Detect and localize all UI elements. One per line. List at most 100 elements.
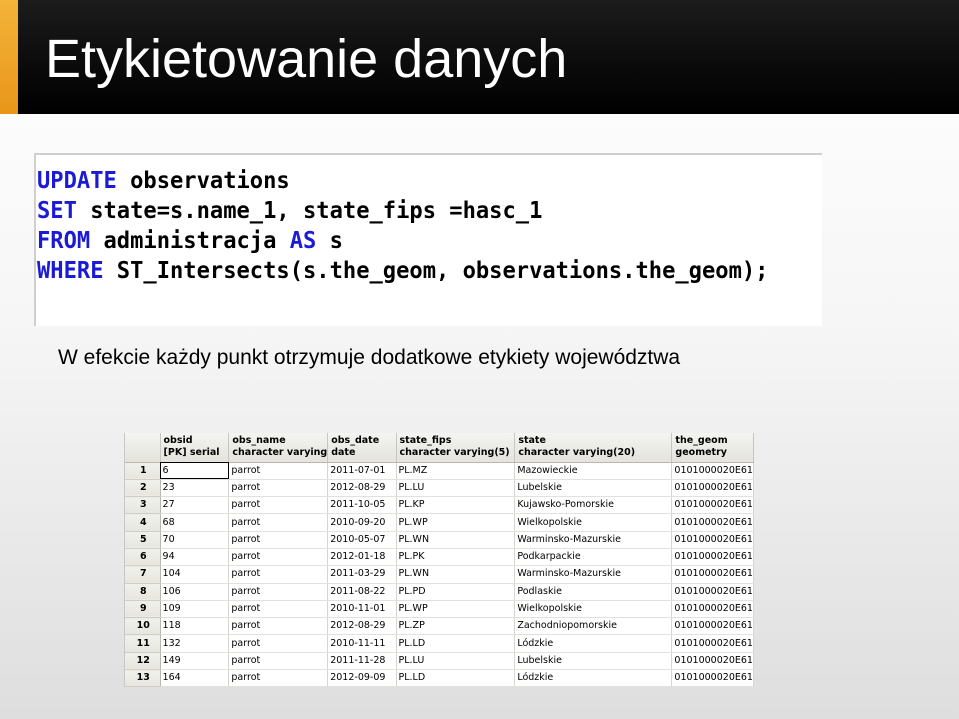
cell-obs-name[interactable]: parrot	[228, 634, 329, 653]
cell-the-geom[interactable]: 0101000020E61	[671, 669, 754, 687]
cell-state-fips[interactable]: PL.WN	[396, 565, 516, 584]
cell-the-geom[interactable]: 0101000020E61	[671, 583, 754, 601]
row-number[interactable]: 10	[125, 617, 161, 636]
cell-state-fips[interactable]: PL.ZP	[396, 617, 516, 636]
cell-obsid[interactable]: 70	[160, 531, 230, 549]
cell-state-fips[interactable]: PL.WP	[396, 600, 516, 619]
cell-obsid[interactable]: 23	[160, 479, 230, 498]
row-number[interactable]: 2	[125, 479, 161, 498]
cell-obs-date[interactable]: 2011-03-29	[327, 565, 397, 584]
cell-obs-date[interactable]: 2010-09-20	[327, 513, 397, 532]
cell-the-geom[interactable]: 0101000020E61	[671, 479, 754, 498]
cell-obs-name[interactable]: parrot	[228, 600, 329, 619]
cell-obs-name[interactable]: parrot	[228, 652, 329, 671]
cell-obs-date[interactable]: 2010-11-11	[327, 634, 397, 653]
cell-state[interactable]: Lódzkie	[514, 634, 673, 653]
cell-obs-name[interactable]: parrot	[228, 565, 329, 584]
cell-obs-date[interactable]: 2011-10-05	[327, 496, 397, 515]
cell-state-fips[interactable]: PL.LD	[396, 634, 516, 653]
cell-obsid[interactable]: 104	[160, 565, 230, 584]
cell-state[interactable]: Zachodniopomorskie	[514, 617, 673, 636]
cell-obs-date[interactable]: 2011-11-28	[327, 652, 397, 671]
cell-obs-date[interactable]: 2011-07-01	[327, 462, 397, 480]
cell-state[interactable]: Kujawsko-Pomorskie	[514, 496, 673, 515]
cell-the-geom[interactable]: 0101000020E61	[671, 565, 754, 584]
table-row[interactable]: 12 149 parrot 2011-11-28 PL.LU Lubelskie 01010…	[125, 652, 754, 671]
cell-state[interactable]: Mazowieckie	[514, 462, 673, 480]
cell-obs-name[interactable]: parrot	[228, 462, 329, 480]
cell-state-fips[interactable]: PL.WP	[396, 513, 516, 532]
column-header-obs_date[interactable]: obs_date date	[327, 433, 397, 463]
cell-state[interactable]: Podkarpackie	[514, 548, 673, 567]
row-number[interactable]: 3	[125, 496, 161, 515]
cell-obsid[interactable]: 27	[160, 496, 230, 515]
cell-state[interactable]: Warminsko-Mazurskie	[514, 565, 673, 584]
cell-the-geom[interactable]: 0101000020E61	[671, 634, 754, 653]
cell-obsid[interactable]: 118	[160, 617, 230, 636]
cell-the-geom[interactable]: 0101000020E61	[671, 496, 754, 515]
cell-obs-date[interactable]: 2012-08-29	[327, 617, 397, 636]
cell-the-geom[interactable]: 0101000020E61	[671, 600, 754, 619]
cell-state-fips[interactable]: PL.LU	[396, 652, 516, 671]
table-row[interactable]: 4 68 parrot 2010-09-20 PL.WP Wielkopolskie 010…	[125, 513, 754, 532]
row-number[interactable]: 6	[125, 548, 161, 567]
cell-obs-date[interactable]: 2011-08-22	[327, 583, 397, 601]
cell-state-fips[interactable]: PL.MZ	[396, 462, 516, 480]
cell-obsid[interactable]: 6	[160, 462, 230, 480]
cell-obsid[interactable]: 68	[160, 513, 230, 532]
column-header-state[interactable]: state character varying(20)	[514, 433, 673, 463]
table-row[interactable]: 3 27 parrot 2011-10-05 PL.KP Kujawsko-Pomorsk…	[125, 496, 754, 515]
cell-obs-name[interactable]: parrot	[228, 617, 329, 636]
cell-obsid[interactable]: 94	[160, 548, 230, 567]
cell-obsid[interactable]: 164	[160, 669, 230, 687]
table-row[interactable]: 2 23 parrot 2012-08-29 PL.LU Lubelskie 0101000…	[125, 479, 754, 498]
cell-obsid[interactable]: 149	[160, 652, 230, 671]
cell-the-geom[interactable]: 0101000020E61	[671, 548, 754, 567]
cell-state[interactable]: Lódzkie	[514, 669, 673, 687]
row-number[interactable]: 11	[125, 634, 161, 653]
cell-obs-date[interactable]: 2012-09-09	[327, 669, 397, 687]
cell-obs-date[interactable]: 2010-11-01	[327, 600, 397, 619]
row-number[interactable]: 8	[125, 583, 161, 601]
cell-obs-name[interactable]: parrot	[228, 531, 329, 549]
cell-state-fips[interactable]: PL.KP	[396, 496, 516, 515]
row-number[interactable]: 9	[125, 600, 161, 619]
table-row[interactable]: 13 164 parrot 2012-09-09 PL.LD Lódzkie 0101000…	[125, 669, 754, 687]
cell-the-geom[interactable]: 0101000020E61	[671, 531, 754, 549]
cell-state-fips[interactable]: PL.LD	[396, 669, 516, 687]
table-row[interactable]: 5 70 parrot 2010-05-07 PL.WN Warminsko-Mazurs…	[125, 531, 754, 549]
cell-obs-date[interactable]: 2012-08-29	[327, 479, 397, 498]
table-row[interactable]: 1 6 parrot 2011-07-01 PL.MZ Mazowieckie 010100…	[125, 462, 754, 480]
cell-state-fips[interactable]: PL.PK	[396, 548, 516, 567]
cell-state[interactable]: Wielkopolskie	[514, 600, 673, 619]
cell-the-geom[interactable]: 0101000020E61	[671, 617, 754, 636]
cell-obs-name[interactable]: parrot	[228, 583, 329, 601]
row-number[interactable]: 4	[125, 513, 161, 532]
row-number[interactable]: 5	[125, 531, 161, 549]
cell-state[interactable]: Wielkopolskie	[514, 513, 673, 532]
table-row[interactable]: 8 106 parrot 2011-08-22 PL.PD Podlaskie 010100…	[125, 583, 754, 601]
cell-obsid[interactable]: 109	[160, 600, 230, 619]
cell-state[interactable]: Warminsko-Mazurskie	[514, 531, 673, 549]
table-row[interactable]: 6 94 parrot 2012-01-18 PL.PK Podkarpackie 0101…	[125, 548, 754, 567]
column-header-obs_name[interactable]: obs_name character varying	[228, 433, 329, 463]
column-header-obsid[interactable]: obsid [PK] serial	[160, 433, 230, 463]
table-row[interactable]: 11 132 parrot 2010-11-11 PL.LD Lódzkie 0101000…	[125, 634, 754, 653]
cell-state-fips[interactable]: PL.PD	[396, 583, 516, 601]
cell-state-fips[interactable]: PL.LU	[396, 479, 516, 498]
row-number[interactable]: 7	[125, 565, 161, 584]
cell-the-geom[interactable]: 0101000020E61	[671, 462, 754, 480]
cell-state[interactable]: Lubelskie	[514, 479, 673, 498]
cell-state[interactable]: Podlaskie	[514, 583, 673, 601]
cell-obsid[interactable]: 132	[160, 634, 230, 653]
row-number[interactable]: 1	[125, 462, 161, 480]
cell-state-fips[interactable]: PL.WN	[396, 531, 516, 549]
column-header-the_geom[interactable]: the_geom geometry	[671, 433, 754, 463]
table-row[interactable]: 9 109 parrot 2010-11-01 PL.WP Wielkopolskie 01…	[125, 600, 754, 619]
cell-obs-name[interactable]: parrot	[228, 669, 329, 687]
cell-the-geom[interactable]: 0101000020E61	[671, 513, 754, 532]
cell-state[interactable]: Lubelskie	[514, 652, 673, 671]
cell-obs-date[interactable]: 2012-01-18	[327, 548, 397, 567]
cell-obsid[interactable]: 106	[160, 583, 230, 601]
row-number[interactable]: 12	[125, 652, 161, 671]
